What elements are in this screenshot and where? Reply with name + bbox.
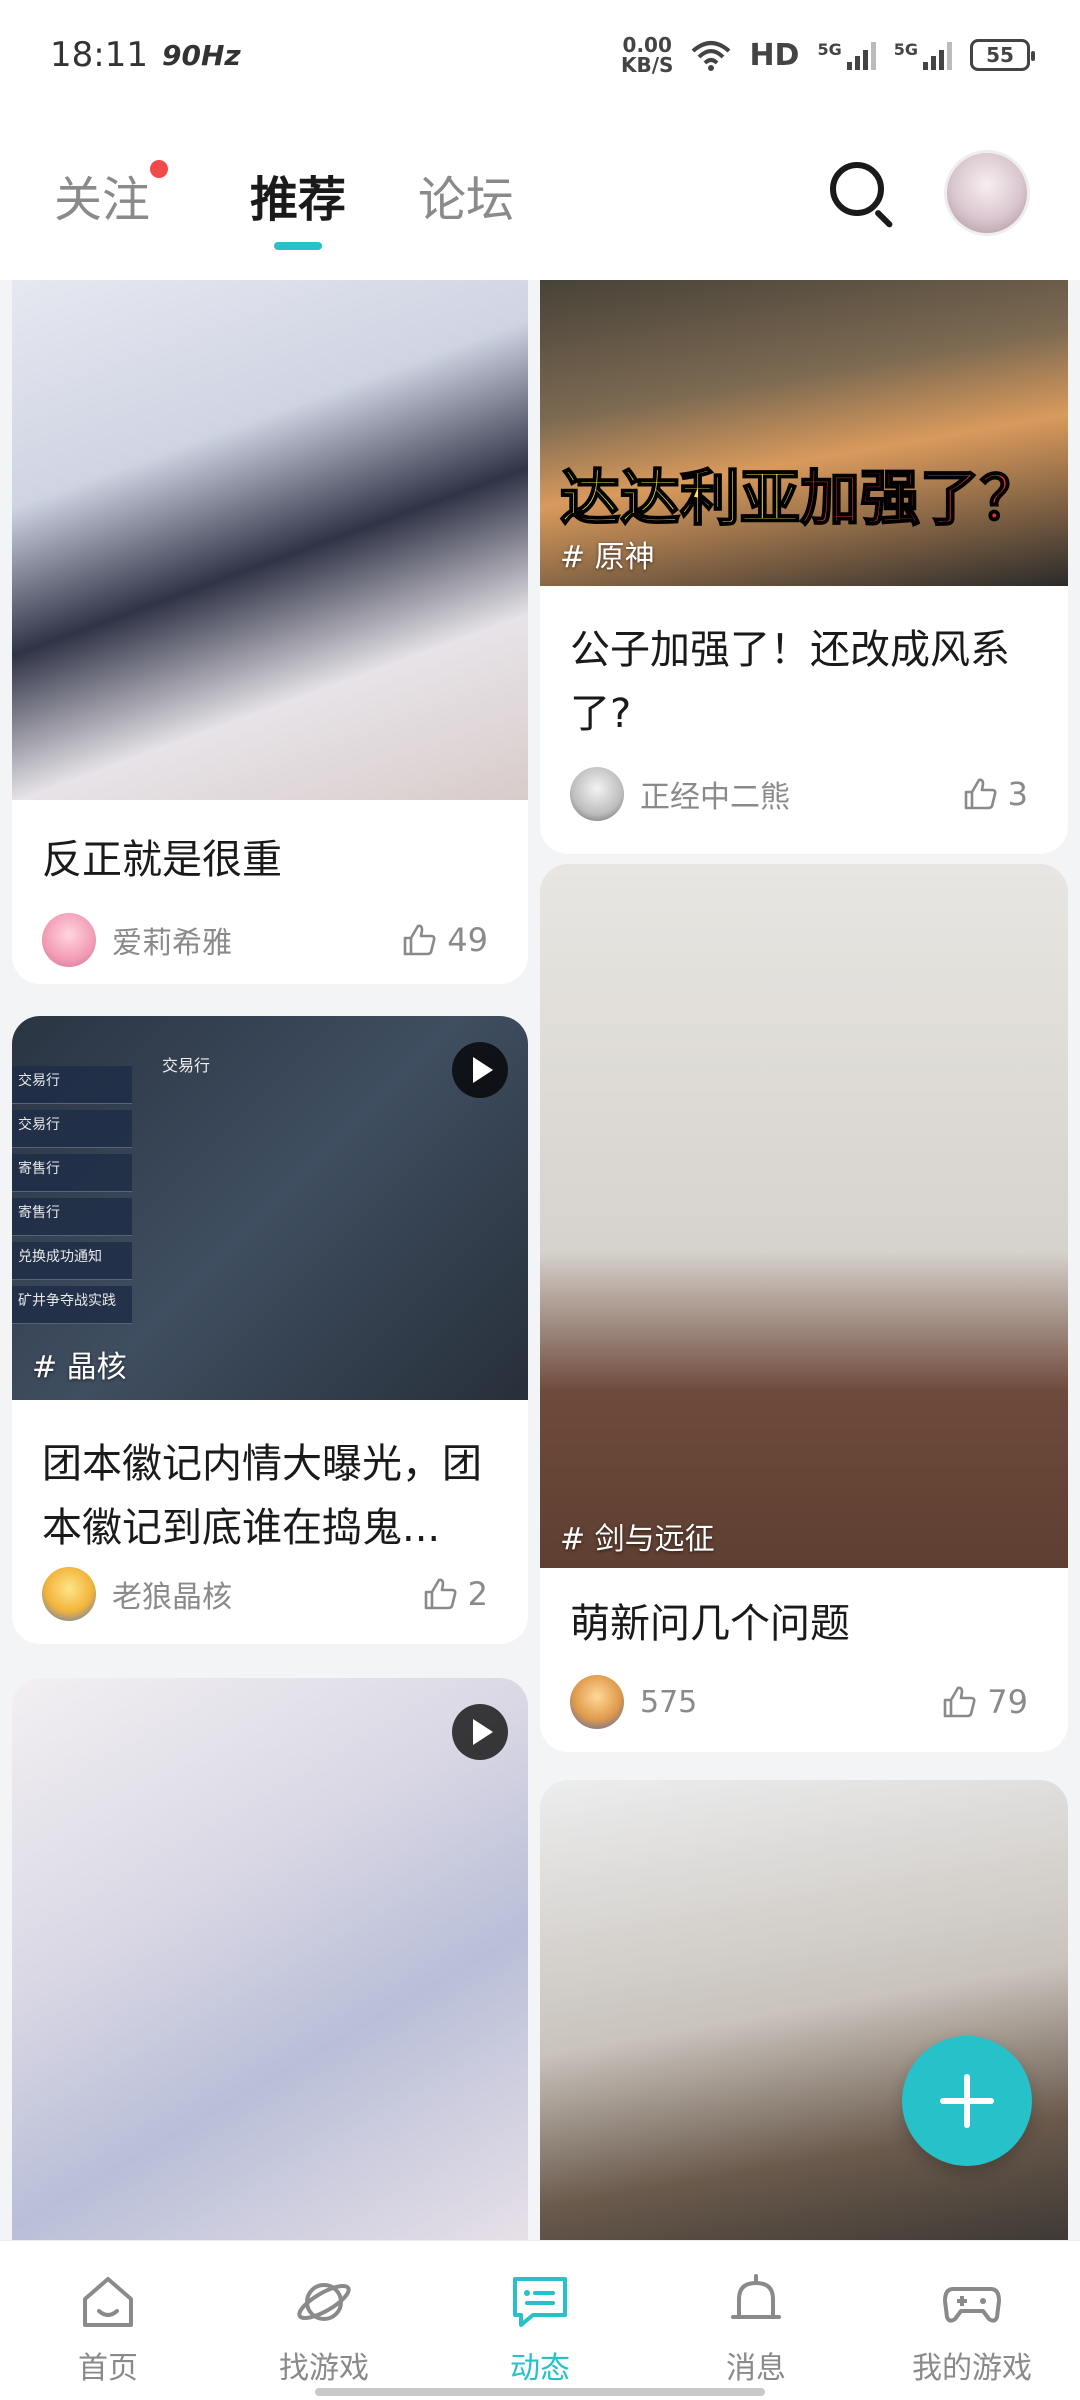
signal-icon-2: 5G — [894, 40, 952, 70]
post-title[interactable]: 团本徽记内情大曝光，团本徽记到底谁在捣鬼... — [42, 1432, 498, 1560]
status-time: 18:11 — [50, 35, 148, 75]
user-name[interactable]: 正经中二熊 — [640, 772, 790, 816]
user-avatar[interactable] — [570, 1675, 624, 1729]
post-card[interactable] — [12, 1678, 528, 2240]
play-icon[interactable] — [452, 1042, 508, 1098]
post-image[interactable] — [12, 1678, 528, 2240]
active-tab-indicator — [274, 242, 322, 250]
net-speed: 0.00 KB/S — [621, 35, 673, 75]
post-card[interactable] — [540, 1780, 1068, 2240]
post-meta: 爱莉希雅 49 — [42, 912, 488, 968]
bell-icon — [731, 2274, 781, 2319]
top-tab-bar: 关注 推荐 论坛 — [0, 110, 1080, 280]
nav-label: 我的游戏 — [912, 2351, 1032, 2386]
refresh-rate: 90Hz — [161, 38, 241, 72]
user-name[interactable]: 老狼晶核 — [112, 1572, 232, 1616]
post-meta: 575 79 — [570, 1674, 1028, 1730]
user-avatar[interactable] — [570, 767, 624, 821]
follow-badge — [150, 160, 168, 178]
thumbs-up-icon — [424, 1578, 457, 1610]
post-meta: 老狼晶核 2 — [42, 1566, 488, 1622]
nav-label: 找游戏 — [279, 2351, 369, 2386]
post-title[interactable]: 反正就是很重 — [42, 828, 498, 892]
like-count: 49 — [447, 921, 488, 959]
screen: 18:11 90Hz 0.00 KB/S HD 5G 5G 55 关注 推荐 论… — [0, 0, 1080, 2400]
search-icon[interactable] — [830, 162, 896, 229]
nav-item-home[interactable]: 首页 — [28, 2271, 188, 2387]
play-icon[interactable] — [452, 1704, 508, 1760]
avatar[interactable] — [944, 150, 1030, 236]
user-avatar[interactable] — [42, 1567, 96, 1621]
like-button[interactable]: 79 — [941, 1683, 1028, 1721]
bottom-nav: 首页 找游戏 动态 消息 我的游戏 — [0, 2240, 1080, 2400]
net-speed-unit: KB/S — [621, 53, 674, 77]
post-card[interactable]: 交易行 交易行 寄售行 寄售行 兑换成功通知 矿井争夺战实践 交易行 # 晶核 … — [12, 1016, 528, 1644]
user-name[interactable]: 575 — [640, 1685, 697, 1720]
nav-label: 动态 — [510, 2351, 570, 2386]
status-icons: 0.00 KB/S HD 5G 5G 55 — [621, 35, 1035, 75]
like-count: 79 — [987, 1683, 1028, 1721]
nav-label: 首页 — [78, 2351, 138, 2386]
gamepad-icon — [943, 2287, 1001, 2323]
feed: 反正就是很重 爱莉希雅 49 达达利亚加强了？ # 原神 公子加强了！还改成风系… — [0, 280, 1080, 2240]
post-image[interactable] — [540, 864, 1068, 1568]
hd-indicator: HD — [749, 37, 800, 73]
net-speed-value: 0.00 — [622, 33, 672, 57]
thumbs-up-icon — [403, 924, 436, 956]
user-name[interactable]: 爱莉希雅 — [112, 918, 232, 962]
post-image[interactable] — [12, 280, 528, 800]
wifi-icon — [692, 41, 731, 71]
tab-recommend[interactable]: 推荐 — [250, 160, 346, 230]
post-title[interactable]: 萌新问几个问题 — [570, 1592, 1038, 1656]
nav-item-discover[interactable]: 找游戏 — [244, 2271, 404, 2387]
thumbs-up-icon — [964, 778, 997, 810]
topic-tag[interactable]: # 原神 — [560, 532, 655, 576]
nav-item-feed[interactable]: 动态 — [460, 2271, 620, 2387]
topic-tag[interactable]: # 剑与远征 — [560, 1514, 715, 1558]
like-button[interactable]: 49 — [401, 921, 488, 959]
signal-icon: 5G — [817, 40, 876, 70]
like-count: 3 — [1007, 775, 1028, 813]
game-screenshot-title: 交易行 — [162, 1056, 211, 1075]
nav-label: 消息 — [726, 2351, 786, 2386]
nav-item-messages[interactable]: 消息 — [676, 2271, 836, 2387]
like-button[interactable]: 2 — [422, 1575, 488, 1613]
game-screenshot-menu: 交易行 交易行 寄售行 寄售行 兑换成功通知 矿井争夺战实践 — [12, 1066, 132, 1330]
post-meta: 正经中二熊 3 — [570, 766, 1028, 822]
post-title[interactable]: 公子加强了！还改成风系了? — [570, 618, 1038, 746]
home-indicator[interactable] — [315, 2388, 765, 2396]
like-count: 2 — [467, 1575, 488, 1613]
post-card[interactable]: 反正就是很重 爱莉希雅 49 — [12, 280, 528, 984]
video-caption: 达达利亚加强了？ — [559, 463, 1041, 535]
status-bar: 18:11 90Hz 0.00 KB/S HD 5G 5G 55 — [0, 0, 1080, 110]
create-post-button[interactable] — [902, 2036, 1032, 2166]
chat-icon — [513, 2277, 567, 2327]
user-avatar[interactable] — [42, 913, 96, 967]
home-icon — [83, 2277, 133, 2327]
planet-icon — [297, 2283, 351, 2321]
post-card[interactable]: # 剑与远征 萌新问几个问题 575 79 — [540, 864, 1068, 1752]
thumbs-up-icon — [943, 1686, 976, 1718]
nav-item-my-games[interactable]: 我的游戏 — [892, 2271, 1052, 2387]
tab-follow[interactable]: 关注 — [54, 160, 150, 230]
post-card[interactable]: 达达利亚加强了？ # 原神 公子加强了！还改成风系了? 正经中二熊 3 — [540, 280, 1068, 854]
topic-tag[interactable]: # 晶核 — [32, 1342, 127, 1386]
post-image[interactable] — [540, 1780, 1068, 2240]
tab-forum[interactable]: 论坛 — [418, 160, 514, 230]
battery-icon: 55 — [970, 39, 1035, 71]
like-button[interactable]: 3 — [962, 775, 1028, 813]
